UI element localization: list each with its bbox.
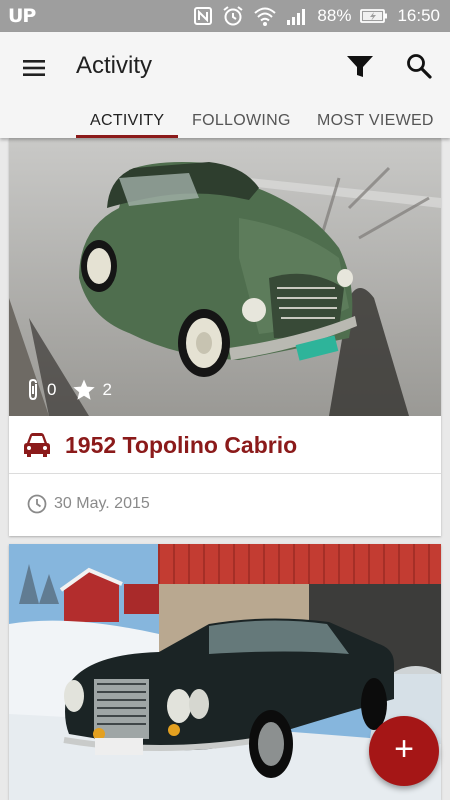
menu-button[interactable] — [18, 54, 52, 82]
tab-activity[interactable]: ACTIVITY — [90, 112, 164, 130]
alarm-icon — [222, 5, 244, 27]
tab-most-viewed[interactable]: MOST VIEWED — [317, 112, 434, 130]
attachment-count: 0 — [47, 380, 57, 399]
activity-card[interactable]: 0 2 1952 Topolino Cabrio 30 May. 2015 — [9, 138, 441, 536]
car-photo[interactable]: 0 2 — [9, 138, 441, 416]
app-bar: Activity ACTIVITY FOLLOWING MOST VIEWED — [0, 32, 450, 138]
add-button[interactable]: + — [369, 716, 439, 786]
search-button[interactable] — [404, 52, 436, 82]
clock-time: 16:50 — [397, 6, 440, 25]
star-icon — [72, 378, 96, 402]
signal-icon — [286, 7, 308, 25]
card-date-row: 30 May. 2015 — [9, 474, 441, 536]
carrier-logo: UP — [8, 5, 36, 27]
tab-following[interactable]: FOLLOWING — [192, 112, 291, 130]
battery-percent: 88% — [317, 6, 352, 25]
search-icon — [404, 54, 436, 86]
filter-button[interactable] — [344, 52, 376, 82]
active-tab-indicator — [76, 135, 178, 138]
filter-icon — [344, 56, 376, 86]
battery-charging-icon — [360, 8, 388, 24]
nfc-icon — [193, 6, 213, 26]
card-date: 30 May. 2015 — [54, 495, 150, 512]
attachment-icon — [25, 378, 41, 402]
card-title-row[interactable]: 1952 Topolino Cabrio — [9, 416, 441, 474]
star-count: 2 — [102, 380, 112, 399]
wifi-icon — [253, 5, 277, 27]
card-title[interactable]: 1952 Topolino Cabrio — [65, 432, 297, 459]
menu-icon — [18, 60, 52, 86]
clock-icon — [27, 494, 47, 519]
status-bar: UP 88% 16:50 — [0, 0, 450, 32]
page-title: Activity — [76, 52, 153, 79]
card-stats: 0 2 — [25, 378, 128, 402]
tab-bar: ACTIVITY FOLLOWING MOST VIEWED — [0, 106, 450, 138]
car-icon — [21, 430, 53, 465]
